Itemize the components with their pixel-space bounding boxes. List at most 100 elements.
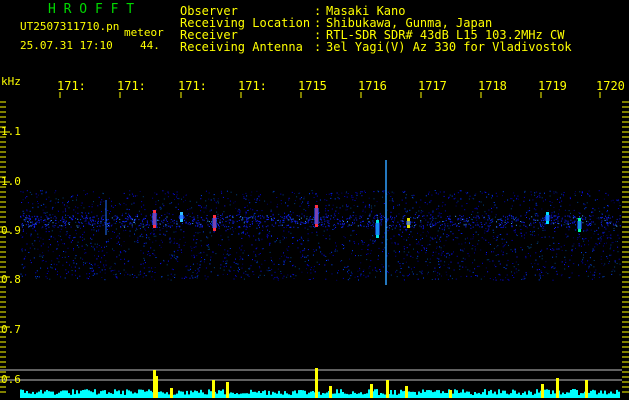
noise-pixel xyxy=(72,196,74,198)
noise-pixel xyxy=(169,240,171,242)
carrier-pixel xyxy=(120,226,122,228)
carrier-pixel xyxy=(506,216,508,218)
carrier-pixel xyxy=(540,220,542,222)
noise-pixel xyxy=(410,231,412,233)
carrier-pixel xyxy=(372,224,374,226)
noise-pixel xyxy=(239,247,240,249)
carrier-pixel xyxy=(197,220,199,222)
noise-pixel xyxy=(91,245,92,247)
noise-pixel xyxy=(247,218,249,220)
noise-pixel xyxy=(453,251,454,253)
noise-pixel xyxy=(258,276,260,278)
noise-pixel xyxy=(258,254,260,256)
noise-pixel xyxy=(300,243,302,245)
noise-pixel xyxy=(155,229,157,231)
noise-pixel xyxy=(123,250,125,252)
noise-pixel xyxy=(286,256,288,258)
noise-pixel xyxy=(582,258,584,260)
carrier-pixel xyxy=(108,226,110,228)
power-bar xyxy=(612,393,614,398)
noise-pixel xyxy=(513,277,515,278)
noise-pixel xyxy=(445,271,447,273)
noise-pixel xyxy=(388,227,390,229)
noise-pixel xyxy=(511,271,512,273)
noise-pixel xyxy=(411,195,413,196)
noise-pixel xyxy=(544,266,546,268)
carrier-pixel xyxy=(143,223,144,225)
noise-pixel xyxy=(103,200,105,202)
noise-pixel xyxy=(200,252,202,254)
carrier-pixel xyxy=(246,222,248,224)
carrier-pixel xyxy=(25,224,27,226)
carrier-pixel xyxy=(431,217,433,219)
noise-pixel xyxy=(246,195,248,197)
power-bar xyxy=(380,393,382,398)
noise-pixel xyxy=(362,210,364,212)
noise-pixel xyxy=(125,221,127,223)
noise-pixel xyxy=(534,263,536,265)
noise-pixel xyxy=(547,273,549,275)
noise-pixel xyxy=(392,217,393,219)
noise-pixel xyxy=(114,269,116,271)
noise-pixel xyxy=(241,237,243,239)
noise-pixel xyxy=(360,275,362,277)
noise-pixel xyxy=(427,258,428,260)
carrier-pixel xyxy=(131,219,133,221)
noise-pixel xyxy=(155,201,157,203)
noise-pixel xyxy=(307,249,309,251)
noise-pixel xyxy=(610,200,612,202)
carrier-pixel xyxy=(286,224,288,226)
noise-pixel xyxy=(287,274,289,276)
power-bar xyxy=(516,393,518,398)
noise-pixel xyxy=(346,267,348,268)
carrier-pixel xyxy=(397,221,399,223)
noise-pixel xyxy=(102,250,104,252)
carrier-pixel xyxy=(506,222,508,224)
power-bar xyxy=(112,393,114,398)
noise-pixel xyxy=(94,263,96,265)
noise-pixel xyxy=(583,203,585,205)
carrier-pixel xyxy=(259,221,261,222)
noise-pixel xyxy=(436,257,438,259)
noise-pixel xyxy=(124,224,126,226)
meteor-echo-halo xyxy=(179,215,184,219)
noise-pixel xyxy=(81,202,83,204)
carrier-pixel xyxy=(252,217,254,219)
carrier-pixel xyxy=(437,215,439,217)
noise-pixel xyxy=(325,208,327,210)
noise-pixel xyxy=(608,214,610,216)
noise-pixel xyxy=(92,269,94,271)
meteor-echo-halo xyxy=(545,215,550,221)
power-bar xyxy=(520,394,522,398)
noise-pixel xyxy=(367,228,369,229)
noise-pixel xyxy=(279,258,281,260)
noise-pixel xyxy=(554,267,556,269)
power-bar xyxy=(88,390,90,398)
noise-pixel xyxy=(522,278,524,280)
noise-pixel xyxy=(606,242,607,244)
carrier-pixel xyxy=(259,215,261,217)
noise-pixel xyxy=(421,270,423,272)
carrier-pixel xyxy=(190,223,192,224)
noise-pixel xyxy=(331,264,333,266)
noise-pixel xyxy=(175,258,177,260)
noise-pixel xyxy=(270,210,272,212)
carrier-pixel xyxy=(359,215,361,217)
noise-pixel xyxy=(293,278,295,279)
noise-pixel xyxy=(293,264,295,266)
power-bar xyxy=(128,390,130,398)
noise-pixel xyxy=(375,276,376,278)
noise-pixel xyxy=(421,237,423,239)
noise-pixel xyxy=(254,216,256,218)
noise-pixel xyxy=(442,233,444,235)
noise-pixel xyxy=(66,205,68,207)
noise-pixel xyxy=(178,244,180,246)
noise-pixel xyxy=(388,265,390,267)
noise-pixel xyxy=(21,225,23,227)
noise-pixel xyxy=(447,225,449,227)
noise-pixel xyxy=(137,239,139,241)
noise-pixel xyxy=(332,204,334,206)
noise-pixel xyxy=(412,236,413,238)
noise-pixel xyxy=(357,270,359,272)
noise-pixel xyxy=(169,241,171,243)
